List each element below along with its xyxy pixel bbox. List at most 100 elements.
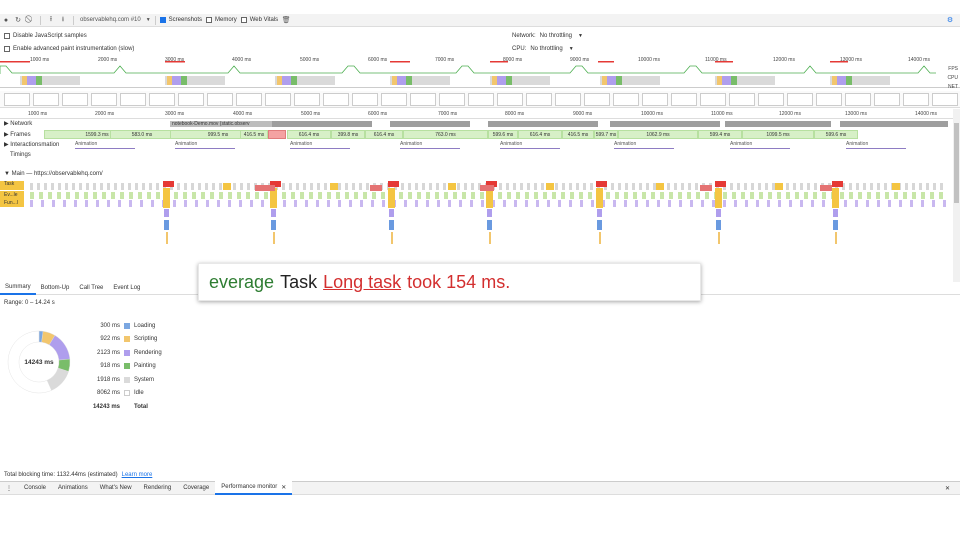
event-block[interactable] xyxy=(903,192,907,199)
event-block[interactable] xyxy=(453,192,457,199)
function-block[interactable] xyxy=(481,200,484,207)
task-block[interactable] xyxy=(142,183,145,190)
long-task-block[interactable] xyxy=(255,185,275,191)
event-block[interactable] xyxy=(264,192,268,199)
task-block[interactable] xyxy=(121,183,124,190)
advanced-paint-option[interactable]: Enable advanced paint instrumentation (s… xyxy=(4,43,504,54)
event-block[interactable] xyxy=(822,192,826,199)
task-block[interactable] xyxy=(436,183,439,190)
screenshot-thumbnail[interactable] xyxy=(526,93,552,106)
task-block[interactable] xyxy=(625,183,628,190)
function-block[interactable] xyxy=(591,200,594,207)
event-block[interactable] xyxy=(75,192,79,199)
function-block[interactable] xyxy=(646,200,649,207)
task-block[interactable] xyxy=(338,183,341,190)
task-block[interactable] xyxy=(457,183,460,190)
drawer-tab-console[interactable]: Console xyxy=(18,481,52,495)
task-block[interactable] xyxy=(198,183,201,190)
event-block[interactable] xyxy=(750,192,754,199)
task-block[interactable] xyxy=(765,183,768,190)
task-block[interactable] xyxy=(191,183,194,190)
frame-bar[interactable]: 599.7 ms xyxy=(594,130,618,139)
event-block[interactable] xyxy=(723,192,727,199)
task-block[interactable] xyxy=(30,183,33,190)
screenshot-thumbnail[interactable] xyxy=(932,93,958,106)
event-block[interactable] xyxy=(120,192,124,199)
event-block[interactable] xyxy=(480,192,484,199)
close-tab-icon[interactable]: ✕ xyxy=(281,484,286,491)
event-block[interactable] xyxy=(768,192,772,199)
main-thread-header[interactable]: ▼ Main — https://observablehq.com/ xyxy=(0,171,960,179)
task-block[interactable] xyxy=(877,183,880,190)
task-block[interactable] xyxy=(562,183,565,190)
task-block[interactable] xyxy=(541,183,544,190)
function-block[interactable] xyxy=(547,200,550,207)
screenshot-thumbnail[interactable] xyxy=(816,93,842,106)
task-block[interactable] xyxy=(177,183,180,190)
function-block[interactable] xyxy=(85,200,88,207)
render-block[interactable] xyxy=(164,209,169,217)
function-block[interactable] xyxy=(745,200,748,207)
function-block[interactable] xyxy=(349,200,352,207)
event-block[interactable] xyxy=(111,192,115,199)
frame-bar[interactable]: 616.4 ms xyxy=(518,130,562,139)
event-block[interactable] xyxy=(444,192,448,199)
task-block[interactable] xyxy=(135,183,138,190)
event-block[interactable] xyxy=(147,192,151,199)
frame-bar[interactable]: 399.8 ms xyxy=(331,130,365,139)
event-block[interactable] xyxy=(408,192,412,199)
event-block[interactable] xyxy=(840,192,844,199)
render-block[interactable] xyxy=(487,209,492,217)
event-block[interactable] xyxy=(372,192,376,199)
layout-block[interactable] xyxy=(716,220,721,230)
task-block[interactable] xyxy=(205,183,208,190)
render-block[interactable] xyxy=(271,209,276,217)
memory-checkbox[interactable]: Memory xyxy=(206,17,237,23)
animation-label[interactable]: Animation xyxy=(614,141,636,147)
function-block[interactable] xyxy=(404,200,407,207)
network-request-bar[interactable] xyxy=(488,121,598,127)
function-block[interactable] xyxy=(877,200,880,207)
function-block[interactable] xyxy=(701,200,704,207)
event-block[interactable] xyxy=(210,192,214,199)
function-block[interactable] xyxy=(558,200,561,207)
screenshot-thumbnail[interactable] xyxy=(352,93,378,106)
frame-bar[interactable]: 599.6 ms xyxy=(814,130,858,139)
task-block[interactable] xyxy=(499,183,502,190)
event-block[interactable] xyxy=(300,192,304,199)
function-block[interactable] xyxy=(712,200,715,207)
task-block[interactable] xyxy=(618,183,621,190)
task-block[interactable] xyxy=(892,183,900,190)
frame-bar[interactable]: 616.4 ms xyxy=(365,130,403,139)
task-block[interactable] xyxy=(730,183,733,190)
task-block[interactable] xyxy=(107,183,110,190)
event-block[interactable] xyxy=(858,192,862,199)
event-block[interactable] xyxy=(363,192,367,199)
task-block[interactable] xyxy=(65,183,68,190)
event-block[interactable] xyxy=(129,192,133,199)
function-block[interactable] xyxy=(800,200,803,207)
event-block[interactable] xyxy=(570,192,574,199)
event-block[interactable] xyxy=(39,192,43,199)
function-block[interactable] xyxy=(96,200,99,207)
event-block[interactable] xyxy=(426,192,430,199)
function-block[interactable] xyxy=(756,200,759,207)
event-block[interactable] xyxy=(732,192,736,199)
function-block[interactable] xyxy=(41,200,44,207)
task-block[interactable] xyxy=(44,183,47,190)
screenshot-thumbnail[interactable] xyxy=(642,93,668,106)
function-block[interactable] xyxy=(723,200,726,207)
function-block[interactable] xyxy=(228,200,231,207)
event-block[interactable] xyxy=(30,192,34,199)
event-block[interactable] xyxy=(669,192,673,199)
function-block[interactable] xyxy=(327,200,330,207)
web-vitals-checkbox[interactable]: Web Vitals xyxy=(240,17,278,23)
task-block[interactable] xyxy=(520,183,523,190)
function-block[interactable] xyxy=(580,200,583,207)
screenshot-thumbnail[interactable] xyxy=(236,93,262,106)
script-block[interactable] xyxy=(718,232,720,244)
task-block[interactable] xyxy=(646,183,649,190)
task-block[interactable] xyxy=(786,183,789,190)
network-throttle-select[interactable]: No throttling xyxy=(540,33,572,39)
task-block[interactable] xyxy=(905,183,908,190)
